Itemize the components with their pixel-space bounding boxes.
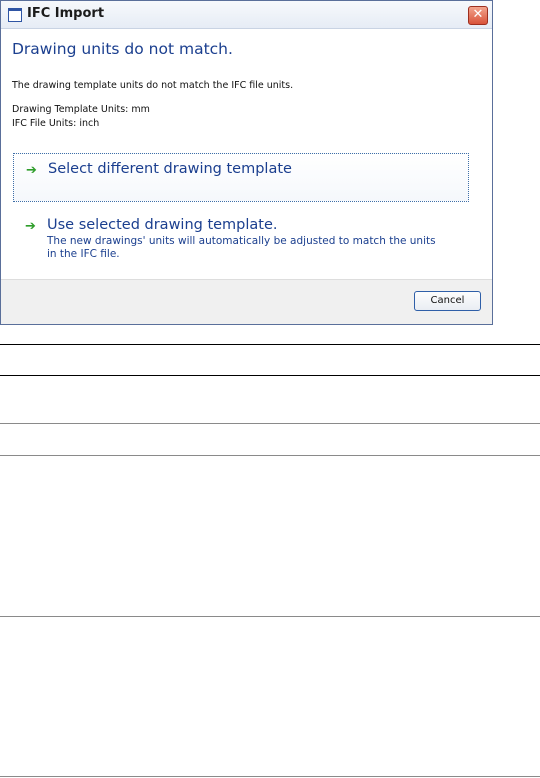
dialog-footer: Cancel	[1, 279, 492, 324]
description-text: The drawing template units do not match …	[12, 80, 294, 91]
select-different-template-option[interactable]: ➔ Select different drawing template	[13, 153, 469, 202]
cancel-button[interactable]: Cancel	[414, 291, 481, 311]
close-button[interactable]: ✕	[468, 6, 488, 25]
dialog-content: Drawing units do not match. The drawing …	[1, 29, 492, 282]
template-units-text: Drawing Template Units: mm	[12, 104, 150, 115]
table-rule	[0, 776, 540, 777]
ifc-import-dialog: IFC Import ✕ Drawing units do not match.…	[0, 0, 493, 325]
table-rule	[0, 616, 540, 617]
option-description: The new drawings' units will automatical…	[47, 235, 436, 260]
option-title: Select different drawing template	[48, 161, 292, 177]
green-arrow-icon: ➔	[25, 219, 36, 234]
table-rule	[0, 423, 540, 424]
table-rule	[0, 344, 540, 345]
file-units-text: IFC File Units: inch	[12, 118, 100, 129]
green-arrow-icon: ➔	[26, 163, 37, 178]
window-icon	[8, 8, 22, 22]
option-title: Use selected drawing template.	[47, 217, 278, 233]
title-bar: IFC Import ✕	[1, 1, 492, 29]
use-selected-template-option[interactable]: ➔ Use selected drawing template. The new…	[13, 212, 469, 267]
table-rule	[0, 455, 540, 456]
window-title: IFC Import	[27, 6, 105, 21]
main-instruction: Drawing units do not match.	[12, 40, 233, 58]
table-rule	[0, 375, 540, 376]
